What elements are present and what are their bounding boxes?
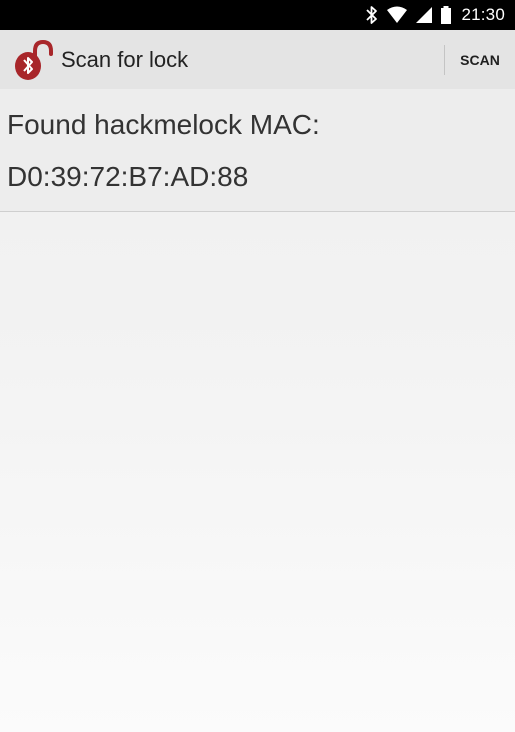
status-icons: 21:30 [365,0,505,30]
action-bar: Scan for lock SCAN [0,30,515,89]
wifi-icon [386,6,408,24]
scan-button[interactable]: SCAN [445,30,515,89]
mac-address: D0:39:72:B7:AD:88 [7,161,249,192]
status-time: 21:30 [461,5,505,24]
results-list: Found hackmelock MAC: D0:39:72:B7:AD:88 [0,89,515,212]
cell-signal-icon [415,6,433,24]
found-lock-label: Found hackmelock MAC: [7,109,320,140]
list-item[interactable]: Found hackmelock MAC: D0:39:72:B7:AD:88 [0,89,515,212]
unlocked-padlock-bluetooth-icon [13,39,55,81]
app-title: Scan for lock [61,47,189,72]
battery-icon [440,5,452,25]
bluetooth-icon [365,5,379,25]
status-bar: 21:30 [0,0,515,30]
